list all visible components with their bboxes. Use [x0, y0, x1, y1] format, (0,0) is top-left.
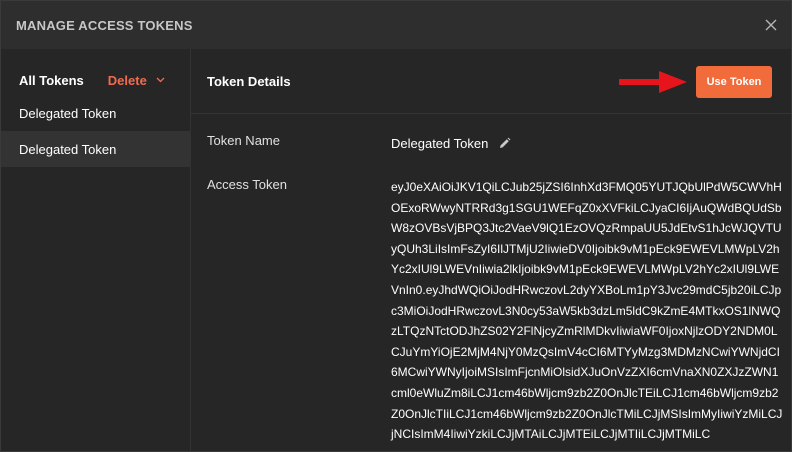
access-token-label: Access Token [207, 177, 287, 192]
token-name-text: Delegated Token [391, 136, 489, 151]
close-icon [765, 19, 777, 31]
use-token-button[interactable]: Use Token [696, 66, 772, 98]
token-details-title: Token Details [207, 74, 291, 89]
manage-access-tokens-modal: MANAGE ACCESS TOKENS All Tokens Delete D… [0, 0, 792, 452]
sidebar-item-delegated-token-selected[interactable]: Delegated Token [1, 131, 190, 167]
red-arrow-icon [619, 71, 687, 93]
access-token-value: eyJ0eXAiOiJKV1QiLCJub25jZSI6InhXd3FMQ05Y… [391, 180, 783, 442]
sidebar-item-delegated-token[interactable]: Delegated Token [1, 95, 190, 131]
token-name-value: Delegated Token [391, 136, 511, 151]
token-sidebar: All Tokens Delete Delegated Token Delega… [1, 49, 191, 451]
token-detail-panel: Token Details Use Token Token Name Deleg… [191, 49, 791, 451]
token-name-label: Token Name [207, 133, 280, 148]
modal-title: MANAGE ACCESS TOKENS [16, 17, 193, 33]
all-tokens-label: All Tokens [19, 72, 84, 88]
delete-label: Delete [107, 72, 147, 88]
chevron-down-icon [156, 77, 165, 83]
pencil-icon[interactable] [498, 137, 511, 150]
close-button[interactable] [761, 15, 781, 35]
detail-header: Token Details Use Token [191, 49, 791, 114]
sidebar-item-label: Delegated Token [19, 105, 117, 121]
delete-dropdown[interactable]: Delete [108, 73, 165, 88]
sidebar-item-label: Delegated Token [19, 141, 117, 157]
modal-header: MANAGE ACCESS TOKENS [1, 1, 791, 49]
